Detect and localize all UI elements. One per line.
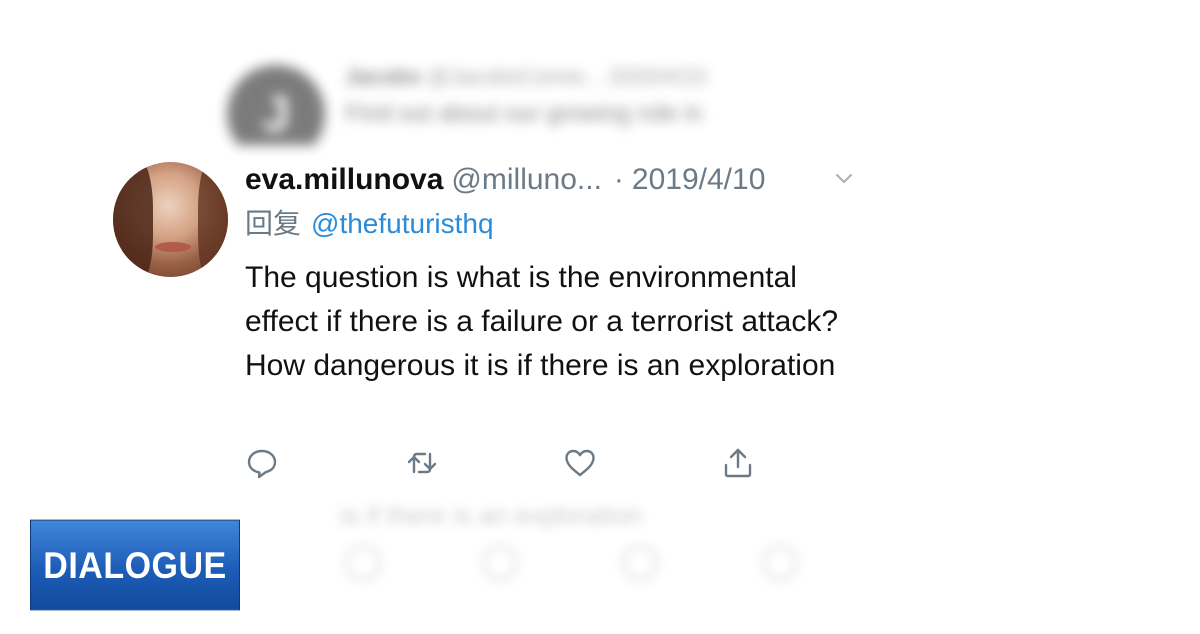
ghost-retweet-icon [482,545,518,581]
tweet-actions [245,446,785,482]
like-icon[interactable] [563,446,597,480]
reply-icon[interactable] [245,446,279,480]
avatar[interactable] [113,162,228,277]
tweet-date[interactable]: 2019/4/10 [632,163,765,196]
dialogue-badge: DIALOGUE [30,519,240,611]
chevron-down-icon[interactable] [834,172,854,186]
reply-mention-link[interactable]: @thefuturisthq [311,208,494,239]
tweet-text: The question is what is the environmenta… [245,261,839,382]
retweet-icon[interactable] [405,446,439,480]
share-icon[interactable] [721,446,755,480]
reply-context: 回复 @thefuturisthq [245,205,494,243]
author-handle[interactable]: @milluno... [451,163,602,196]
ghost-like-icon [622,545,658,581]
next-tweet-text: is if there is an exploration [340,500,643,530]
tweet-header: eva.millunova @milluno... · 2019/4/10 [245,160,765,200]
author-name[interactable]: eva.millunova [245,163,443,196]
reply-label: 回复 [245,208,302,239]
ghost-reply-icon [345,545,381,581]
separator-dot: · [613,163,624,196]
ghost-share-icon [762,545,798,581]
